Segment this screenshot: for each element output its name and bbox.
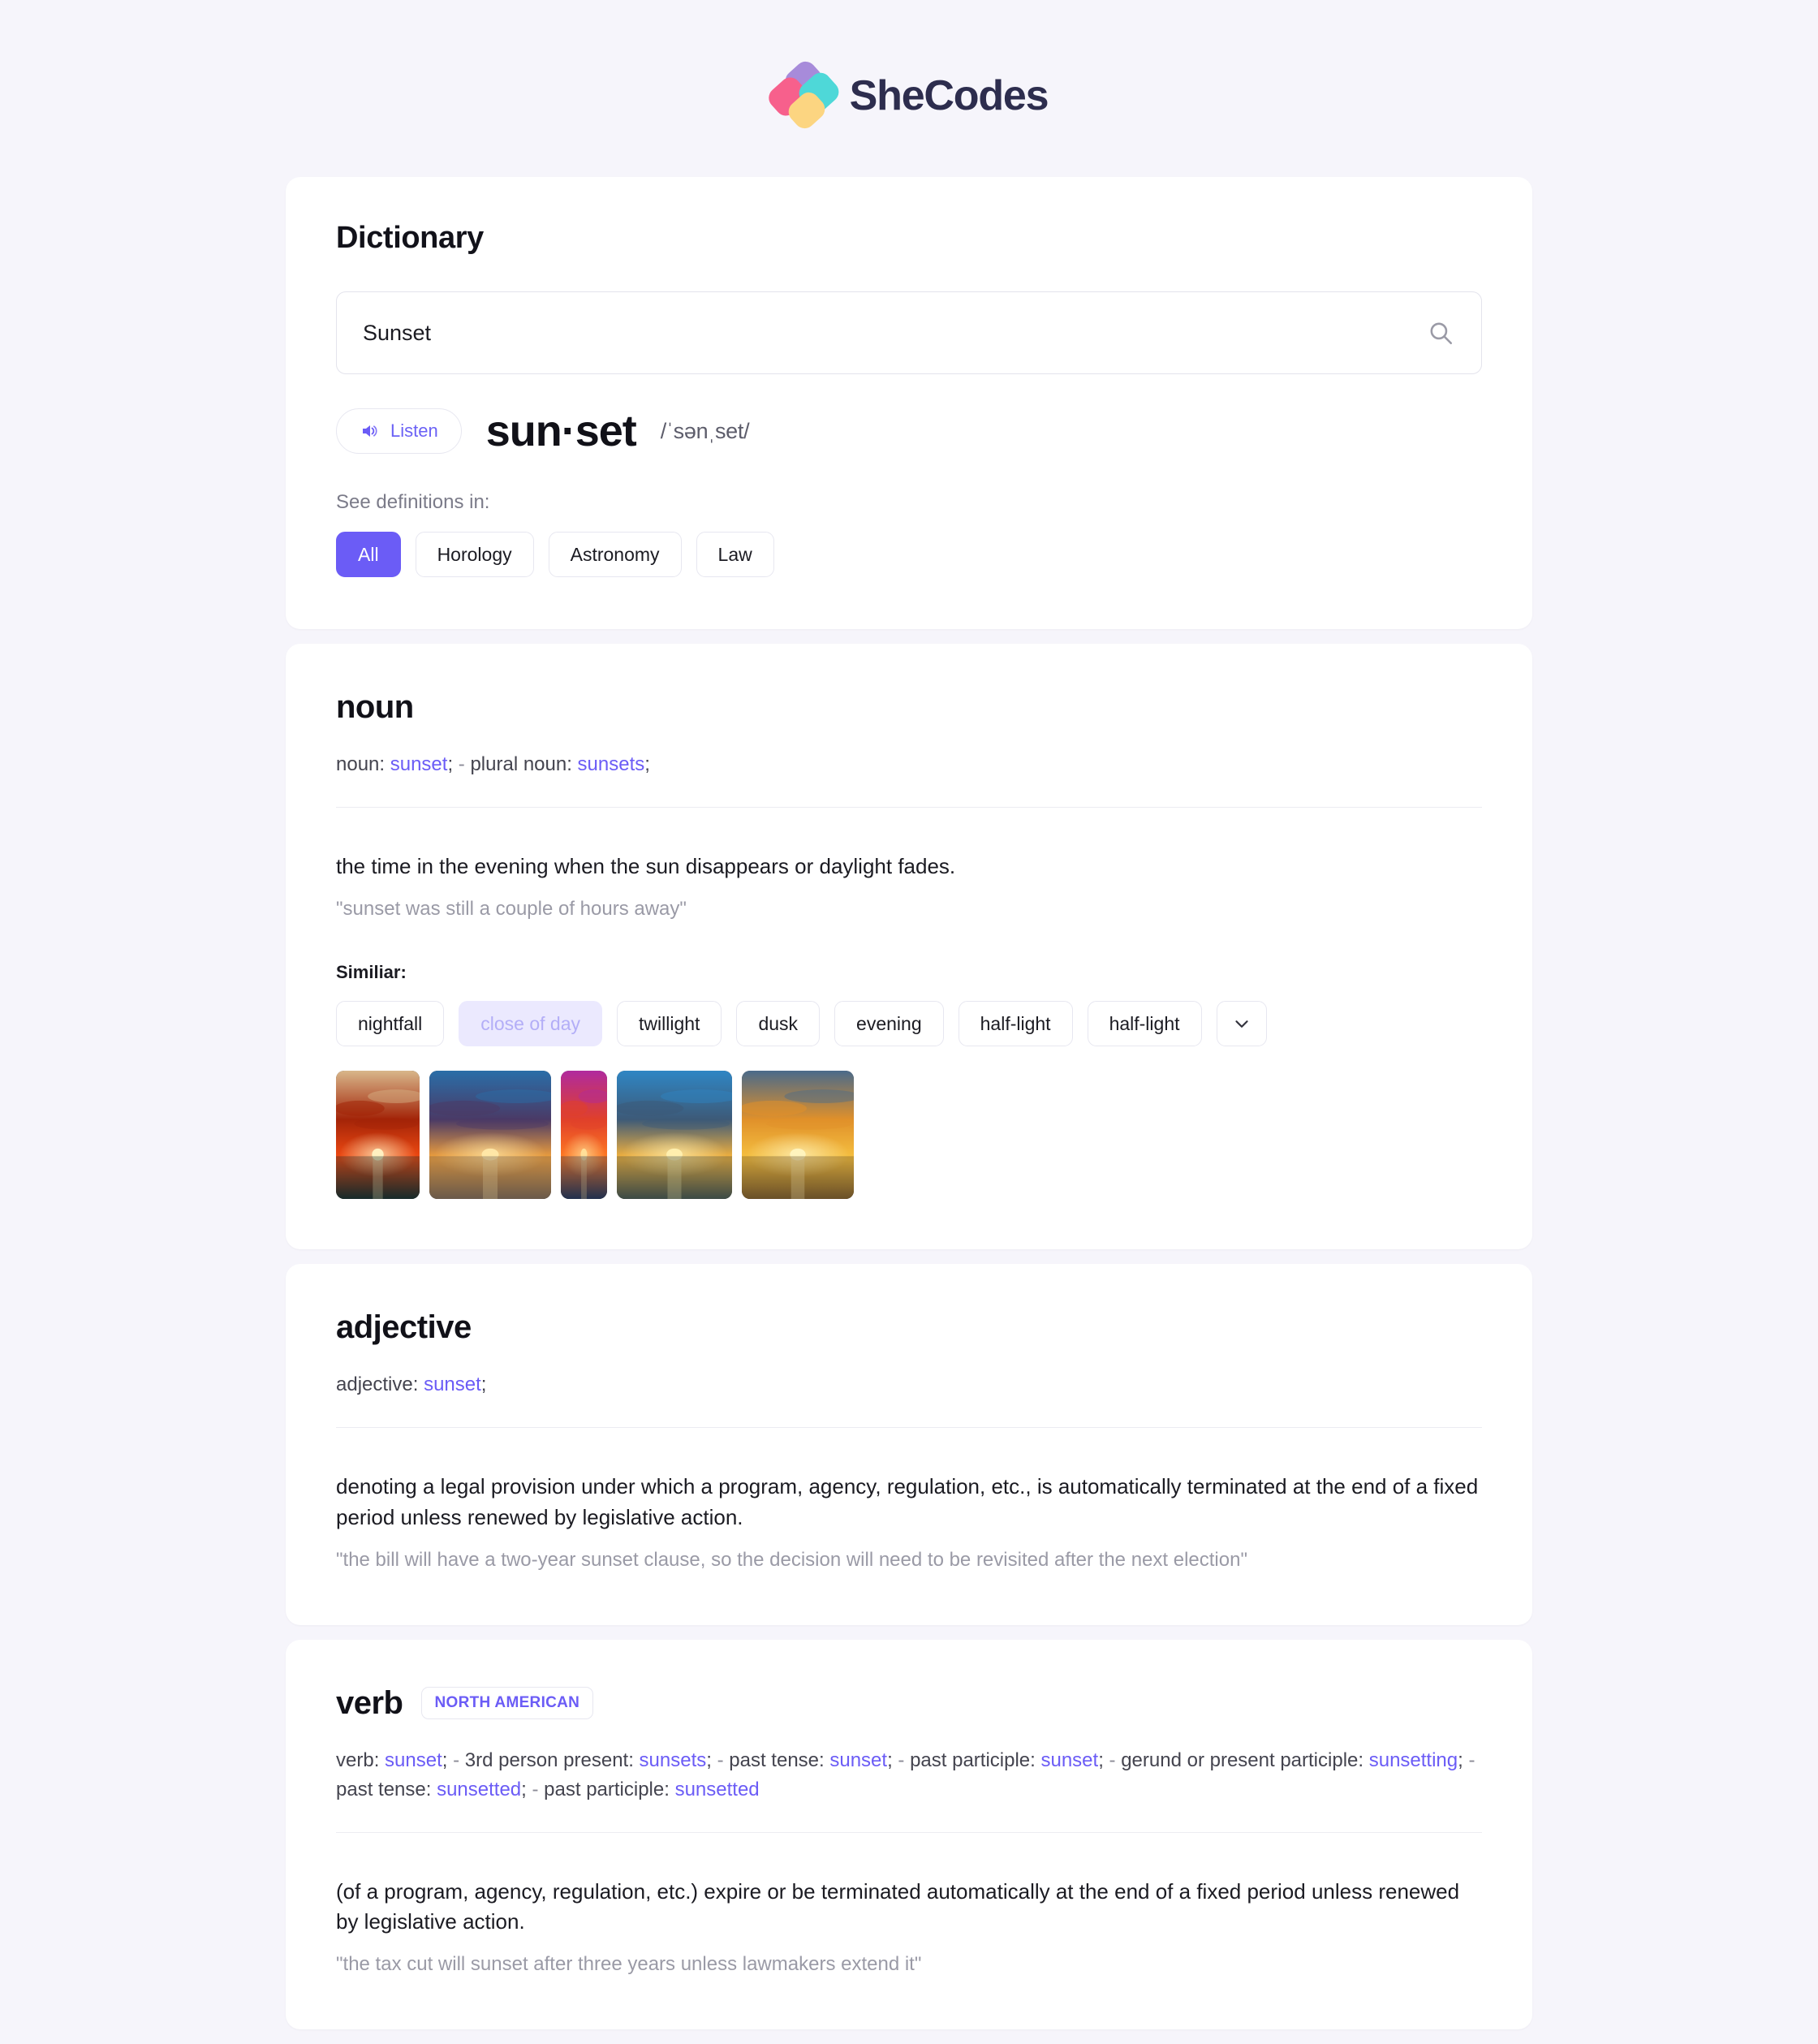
example-text: "sunset was still a couple of hours away… <box>336 897 687 920</box>
phonetic-transcription: /ˈsənˌset/ <box>660 418 750 443</box>
similar-chip-twillight[interactable]: twillight <box>617 1001 722 1047</box>
shecodes-logo-mark <box>764 57 843 133</box>
part-of-speech-header: verb NORTH AMERICAN <box>336 1685 1482 1722</box>
similar-label: Similiar: <box>336 962 407 983</box>
word-form-label: ; <box>706 1749 712 1771</box>
word-form-label: ; <box>521 1778 527 1800</box>
speaker-icon <box>360 421 379 441</box>
word-form-value[interactable]: sunset <box>829 1749 887 1771</box>
part-of-speech-header: noun <box>336 689 1482 726</box>
similar-chip-evening[interactable]: evening <box>834 1001 944 1047</box>
sunset-photo-4[interactable] <box>617 1071 732 1200</box>
word-form-value[interactable]: sunsets <box>640 1749 707 1771</box>
divider <box>336 1831 1482 1833</box>
category-filter-list: All Horology Astronomy Law <box>336 532 1482 577</box>
sense-sections: noun noun: sunset; - plural noun: sunsets… <box>0 644 1818 2029</box>
word-form-value[interactable]: sunset <box>424 1373 481 1395</box>
definition-text: (of a program, agency, regulation, etc.)… <box>336 1878 1460 1934</box>
word-form-label: - <box>1103 1749 1122 1771</box>
word-form-value[interactable]: sunsetting <box>1369 1749 1458 1771</box>
sunset-photo-5[interactable] <box>742 1071 854 1200</box>
sense-card-adjective: adjective adjective: sunset; denoting a le… <box>286 1264 1532 1625</box>
search-card: Dictionary Listen sun·set <box>286 177 1532 629</box>
word-form-label: past tense: <box>729 1749 830 1771</box>
sunset-photo-1[interactable] <box>336 1071 420 1200</box>
word-form-label: past participle: <box>544 1778 675 1800</box>
search-field-wrapper <box>336 291 1482 374</box>
word-form-label: gerund or present participle: <box>1121 1749 1369 1771</box>
part-of-speech-header: adjective <box>336 1309 1482 1346</box>
word-forms: adjective: sunset; <box>336 1370 1482 1399</box>
word-form-label: - <box>453 753 471 775</box>
category-chip-all[interactable]: All <box>336 532 401 577</box>
word-form-label: - <box>526 1778 545 1800</box>
example-text: "the bill will have a two-year sunset cl… <box>336 1548 1247 1571</box>
part-of-speech: noun <box>336 689 414 725</box>
listen-button[interactable]: Listen <box>336 408 462 454</box>
category-chip-law[interactable]: Law <box>696 532 774 577</box>
sense-card-noun: noun noun: sunset; - plural noun: sunsets… <box>286 644 1532 1250</box>
sense-card-verb: verb NORTH AMERICAN verb: sunset; - 3rd pe… <box>286 1639 1532 2029</box>
divider <box>336 807 1482 808</box>
shecodes-logo-text: SheCodes <box>849 72 1049 119</box>
listen-button-label: Listen <box>390 420 438 441</box>
site-header: SheCodes <box>0 0 1818 133</box>
word-form-label: ; <box>480 1373 487 1396</box>
search-input[interactable] <box>336 291 1482 374</box>
similar-chip-close-of-day[interactable]: close of day <box>459 1001 603 1047</box>
similar-chip-half-light[interactable]: half-light <box>1087 1001 1202 1047</box>
word-form-label: adjective: <box>336 1373 424 1396</box>
search-icon[interactable] <box>1427 319 1454 347</box>
word-form-value[interactable]: sunsets <box>578 753 645 775</box>
word-form-label: noun: <box>336 753 390 775</box>
similar-chip-nightfall[interactable]: nightfall <box>336 1001 445 1047</box>
similar-chip-dusk[interactable]: dusk <box>736 1001 821 1047</box>
word-form-value[interactable]: sunset <box>390 753 448 775</box>
sunset-photo-3[interactable] <box>561 1071 607 1200</box>
word-form-label: verb: <box>336 1749 386 1771</box>
chevron-down-icon[interactable] <box>1216 1001 1267 1047</box>
word-form-label: plural noun: <box>470 753 578 775</box>
word-form-label: 3rd person present: <box>464 1749 640 1771</box>
region-badge: NORTH AMERICAN <box>420 1687 594 1720</box>
dictionary-page: SheCodes Dictionary Sunset Listen sun·se… <box>0 0 1818 2044</box>
headword: sun·set <box>485 407 637 455</box>
part-of-speech: adjective <box>336 1309 472 1346</box>
word-form-value[interactable]: sunsetted <box>437 1779 521 1800</box>
word-form-value[interactable]: sunset <box>385 1749 442 1771</box>
category-chip-astronomy[interactable]: Astronomy <box>548 532 682 577</box>
word-form-label: ; <box>644 753 650 775</box>
definition-text: the time in the evening when the sun dis… <box>336 854 956 878</box>
word-form-label: - <box>1463 1749 1476 1771</box>
similar-chip-half-light[interactable]: half-light <box>958 1001 1073 1047</box>
word-form-label: ; <box>1458 1749 1463 1771</box>
word-form-label: ; <box>1098 1749 1104 1771</box>
word-form-label: - <box>711 1749 730 1771</box>
see-definitions-label: See definitions in: <box>336 491 490 513</box>
divider <box>336 1427 1482 1429</box>
pronunciation-row: Listen sun·set /ˈsənˌset/ <box>336 408 1482 454</box>
word-form-value[interactable]: sunsetted <box>675 1779 760 1800</box>
part-of-speech: verb <box>336 1684 403 1721</box>
word-forms: verb: sunset; - 3rd person present: suns… <box>336 1746 1482 1805</box>
page-title: Dictionary <box>336 221 484 255</box>
example-text: "the tax cut will sunset after three yea… <box>336 1953 922 1976</box>
category-chip-horology[interactable]: Horology <box>415 532 534 577</box>
word-forms: noun: sunset; - plural noun: sunsets; <box>336 750 1482 779</box>
sunset-photo-2[interactable] <box>429 1071 551 1200</box>
word-form-label: past tense: <box>336 1778 437 1800</box>
shecodes-logo[interactable]: SheCodes <box>764 57 1049 133</box>
word-form-value[interactable]: sunset <box>1040 1749 1098 1771</box>
definition-text: denoting a legal provision under which a… <box>336 1474 1479 1530</box>
word-form-label: - <box>892 1749 911 1771</box>
word-form-label: - <box>447 1749 465 1771</box>
similar-word-list: nightfall close of day twillight dusk evenin… <box>336 1001 1482 1047</box>
word-form-label: ; <box>887 1749 893 1771</box>
word-form-label: past participle: <box>910 1749 1041 1771</box>
photo-gallery <box>336 1071 1482 1200</box>
